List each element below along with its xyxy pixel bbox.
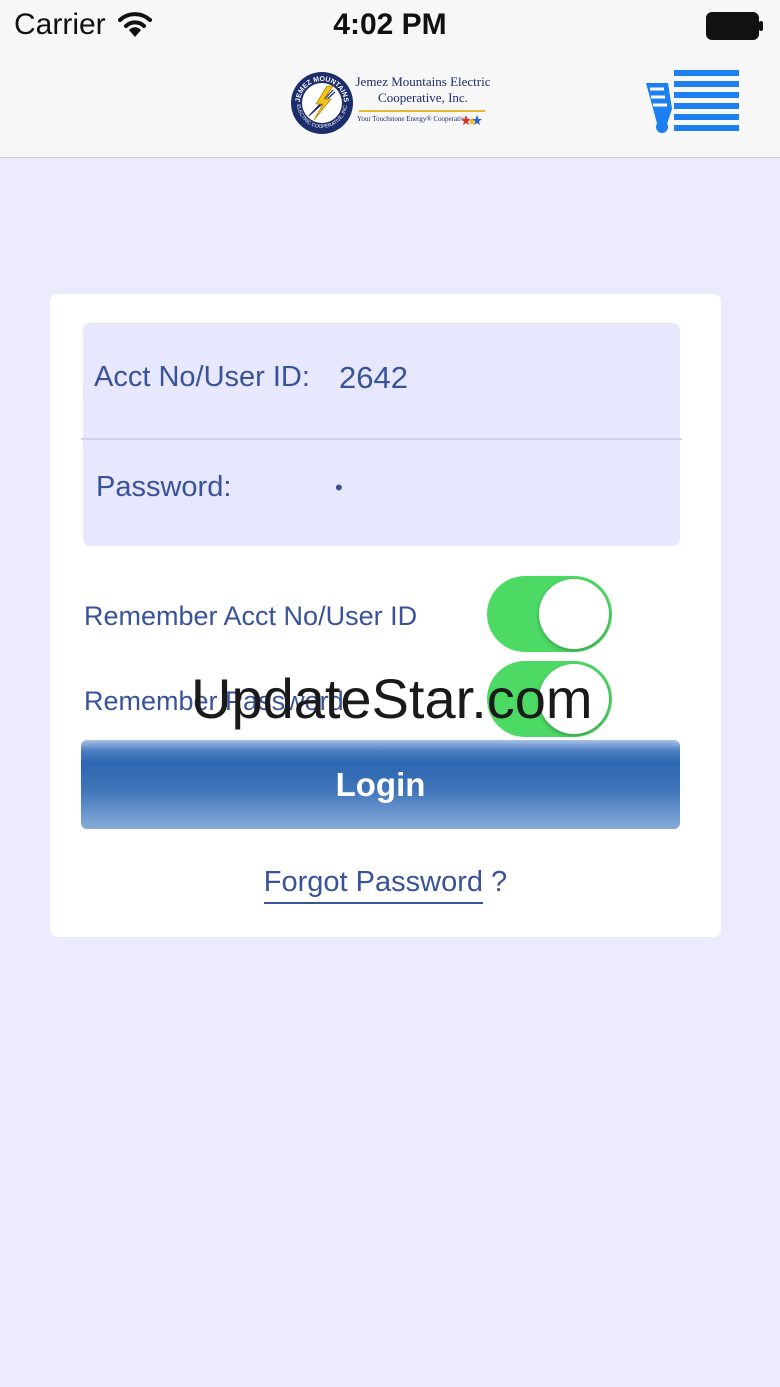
status-bar: Carrier 4:02 PM [0, 0, 780, 52]
login-button[interactable]: Login [81, 740, 680, 829]
forgot-password-suffix: ? [483, 866, 508, 898]
cooperative-logo: JEMEZ MOUNTAINS ELECTRIC COOPERATIVE, IN… [289, 70, 494, 138]
cooperative-seal-icon: JEMEZ MOUNTAINS ELECTRIC COOPERATIVE, IN… [291, 72, 353, 134]
account-input[interactable] [339, 353, 659, 403]
credentials-group: Acct No/User ID: Password: [81, 323, 682, 546]
field-divider [81, 438, 682, 440]
remember-password-toggle[interactable] [487, 661, 612, 737]
logo-name-line2: Cooperative, Inc. [378, 90, 468, 105]
password-label: Password: [96, 471, 232, 503]
menu-icon[interactable] [644, 69, 740, 135]
login-card: Acct No/User ID: Password: Remember Acct… [50, 294, 721, 937]
logo-name: Jemez Mountains Electric Cooperative, In… [353, 74, 493, 106]
toggle-knob [539, 579, 609, 649]
toggle-knob [539, 664, 609, 734]
logo-divider [359, 110, 485, 112]
logo-tagline: Your Touchstone Energy® Cooperative [357, 115, 468, 123]
status-time: 4:02 PM [333, 8, 447, 41]
remember-account-label: Remember Acct No/User ID [84, 601, 418, 631]
forgot-password-text[interactable]: Forgot Password [263, 866, 483, 904]
battery-icon [706, 12, 763, 40]
logo-name-line1: Jemez Mountains Electric [355, 74, 491, 89]
remember-account-toggle[interactable] [487, 576, 612, 652]
remember-password-label: Remember Password [84, 686, 344, 716]
forgot-password-link[interactable]: Forgot Password ? [50, 866, 721, 904]
password-input[interactable] [335, 463, 655, 513]
account-label: Acct No/User ID: [94, 361, 310, 393]
navigation-bar: JEMEZ MOUNTAINS ELECTRIC COOPERATIVE, IN… [0, 52, 780, 158]
touchstone-stars-icon [461, 115, 482, 125]
